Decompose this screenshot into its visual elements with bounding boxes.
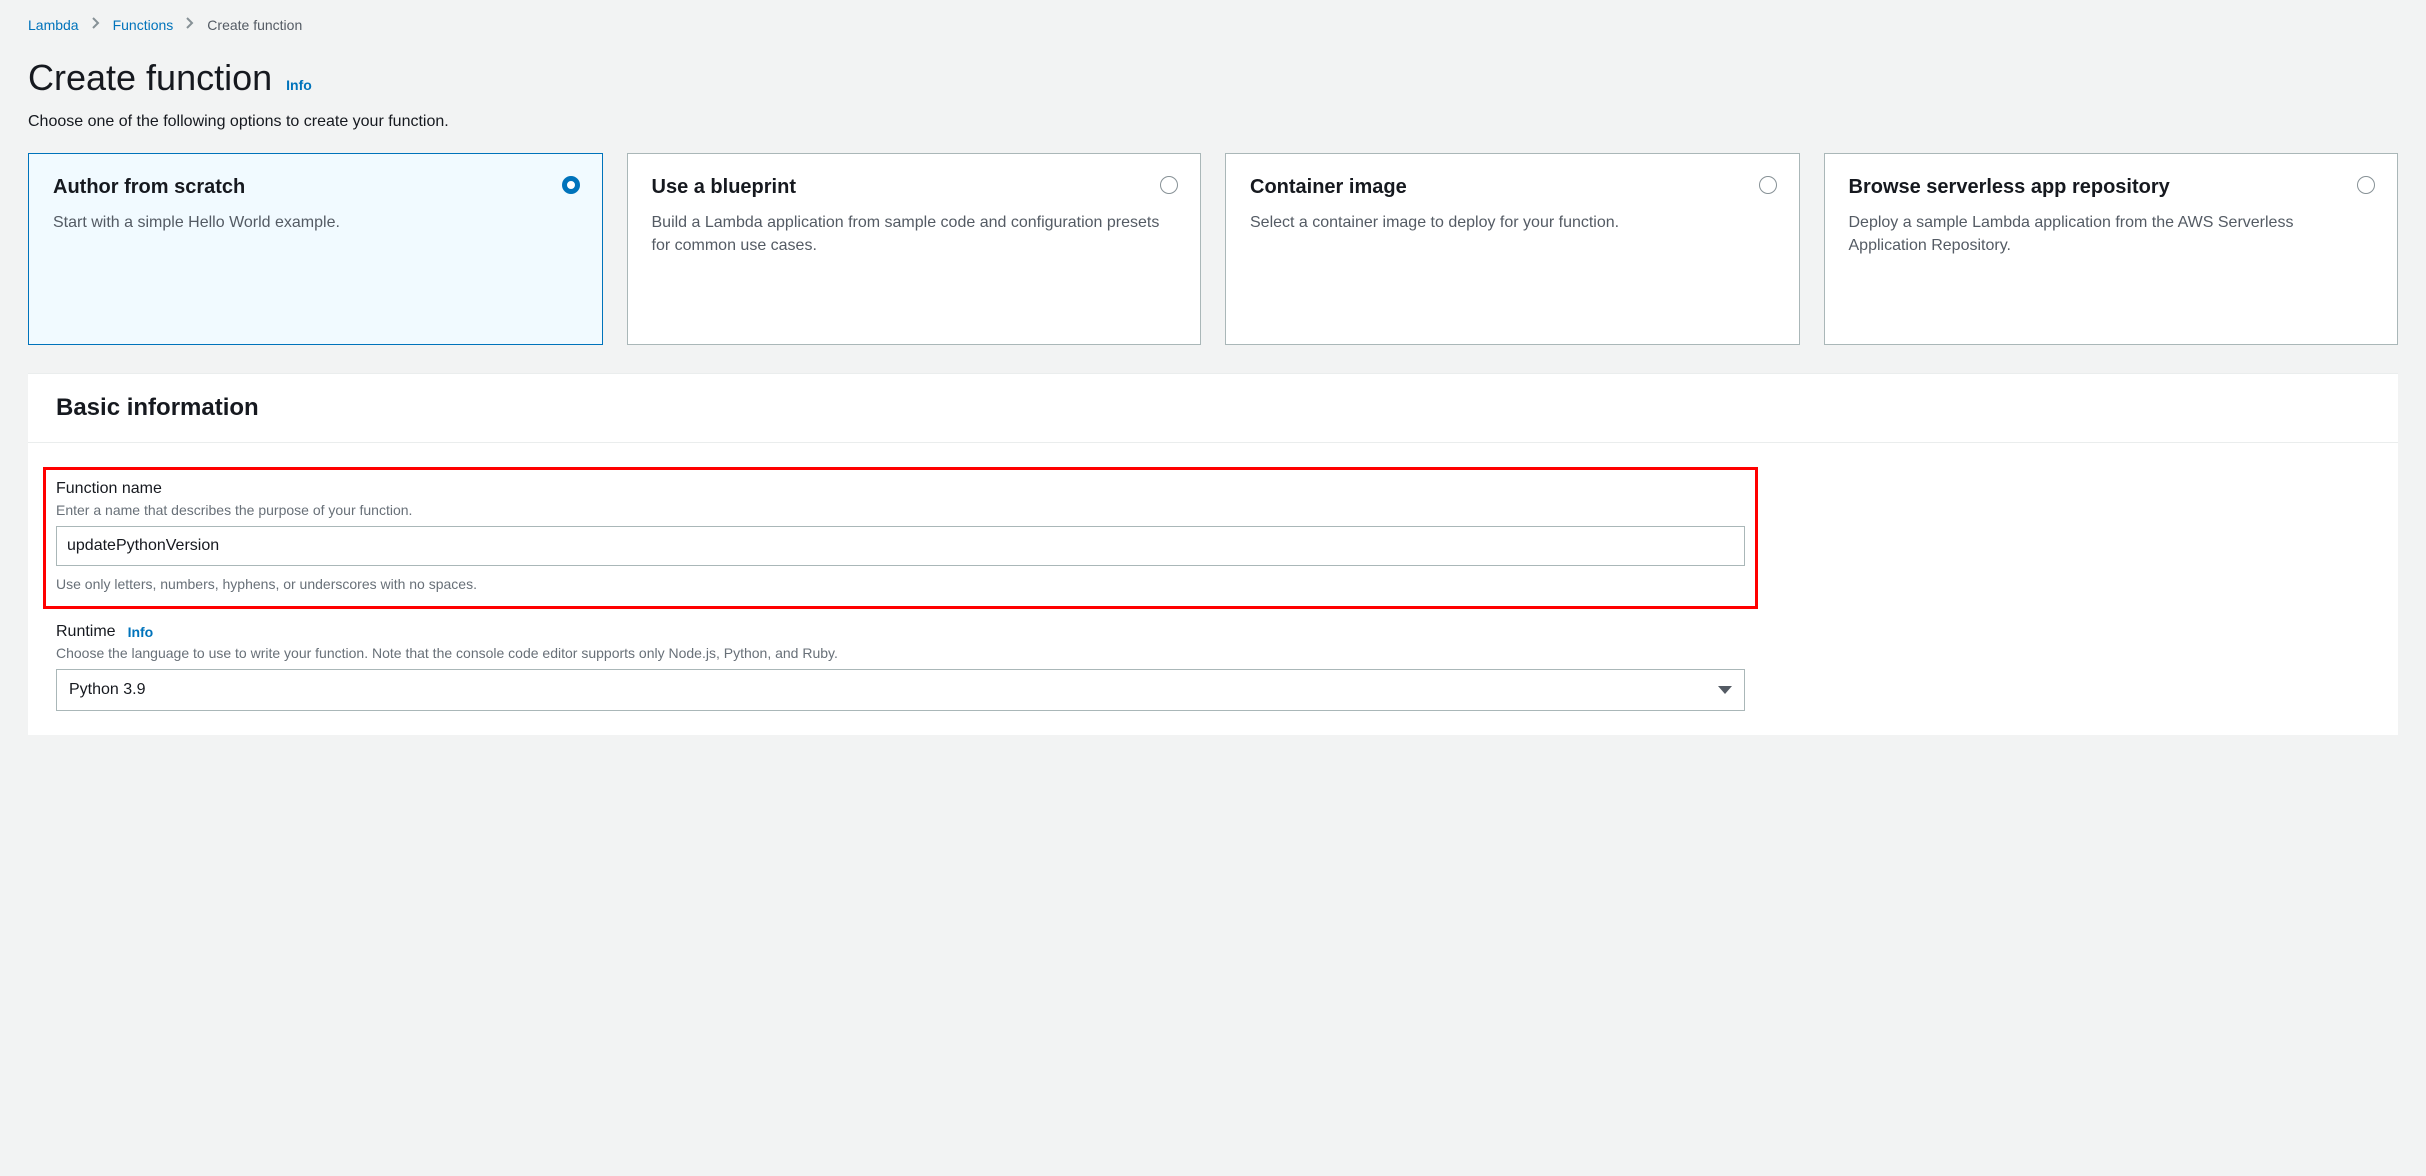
option-title: Author from scratch	[53, 176, 578, 199]
page-subtitle: Choose one of the following options to c…	[28, 113, 2398, 131]
breadcrumb-current: Create function	[207, 17, 302, 33]
runtime-value: Python 3.9	[69, 681, 146, 699]
radio-icon	[562, 176, 580, 194]
breadcrumb-functions[interactable]: Functions	[113, 17, 174, 33]
function-name-desc: Enter a name that describes the purpose …	[56, 502, 1745, 518]
option-desc: Select a container image to deploy for y…	[1250, 211, 1775, 234]
basic-information-panel: Basic information Function name Enter a …	[28, 373, 2398, 735]
option-title: Browse serverless app repository	[1849, 176, 2374, 199]
function-name-constraint: Use only letters, numbers, hyphens, or u…	[56, 576, 1745, 592]
option-desc: Start with a simple Hello World example.	[53, 211, 578, 234]
page-root: Lambda Functions Create function Create …	[0, 0, 2426, 735]
chevron-right-icon	[185, 16, 195, 33]
option-use-blueprint[interactable]: Use a blueprint Build a Lambda applicati…	[627, 153, 1202, 345]
panel-heading: Basic information	[56, 394, 2370, 422]
function-name-label: Function name	[56, 480, 162, 498]
radio-icon	[1759, 176, 1777, 194]
runtime-block: Runtime Info Choose the language to use …	[56, 623, 2370, 711]
option-title: Container image	[1250, 176, 1775, 199]
option-container-image[interactable]: Container image Select a container image…	[1225, 153, 1800, 345]
panel-body: Function name Enter a name that describe…	[28, 443, 2398, 735]
panel-header: Basic information	[28, 374, 2398, 443]
runtime-info-link[interactable]: Info	[128, 624, 154, 640]
option-browse-serverless-repo[interactable]: Browse serverless app repository Deploy …	[1824, 153, 2399, 345]
runtime-select[interactable]: Python 3.9	[56, 669, 1745, 711]
function-name-input[interactable]	[56, 526, 1745, 566]
info-link[interactable]: Info	[286, 77, 312, 93]
radio-icon	[2357, 176, 2375, 194]
chevron-right-icon	[91, 16, 101, 33]
caret-down-icon	[1718, 686, 1732, 694]
breadcrumb-lambda[interactable]: Lambda	[28, 17, 79, 33]
option-title: Use a blueprint	[652, 176, 1177, 199]
page-title: Create function	[28, 57, 272, 99]
option-desc: Build a Lambda application from sample c…	[652, 211, 1177, 257]
runtime-label: Runtime	[56, 623, 116, 641]
option-author-from-scratch[interactable]: Author from scratch Start with a simple …	[28, 153, 603, 345]
function-name-block: Function name Enter a name that describe…	[43, 467, 1758, 609]
title-row: Create function Info	[28, 57, 2398, 99]
radio-icon	[1160, 176, 1178, 194]
options-grid: Author from scratch Start with a simple …	[28, 153, 2398, 345]
option-desc: Deploy a sample Lambda application from …	[1849, 211, 2374, 257]
runtime-desc: Choose the language to use to write your…	[56, 645, 1745, 661]
breadcrumb: Lambda Functions Create function	[28, 16, 2398, 33]
